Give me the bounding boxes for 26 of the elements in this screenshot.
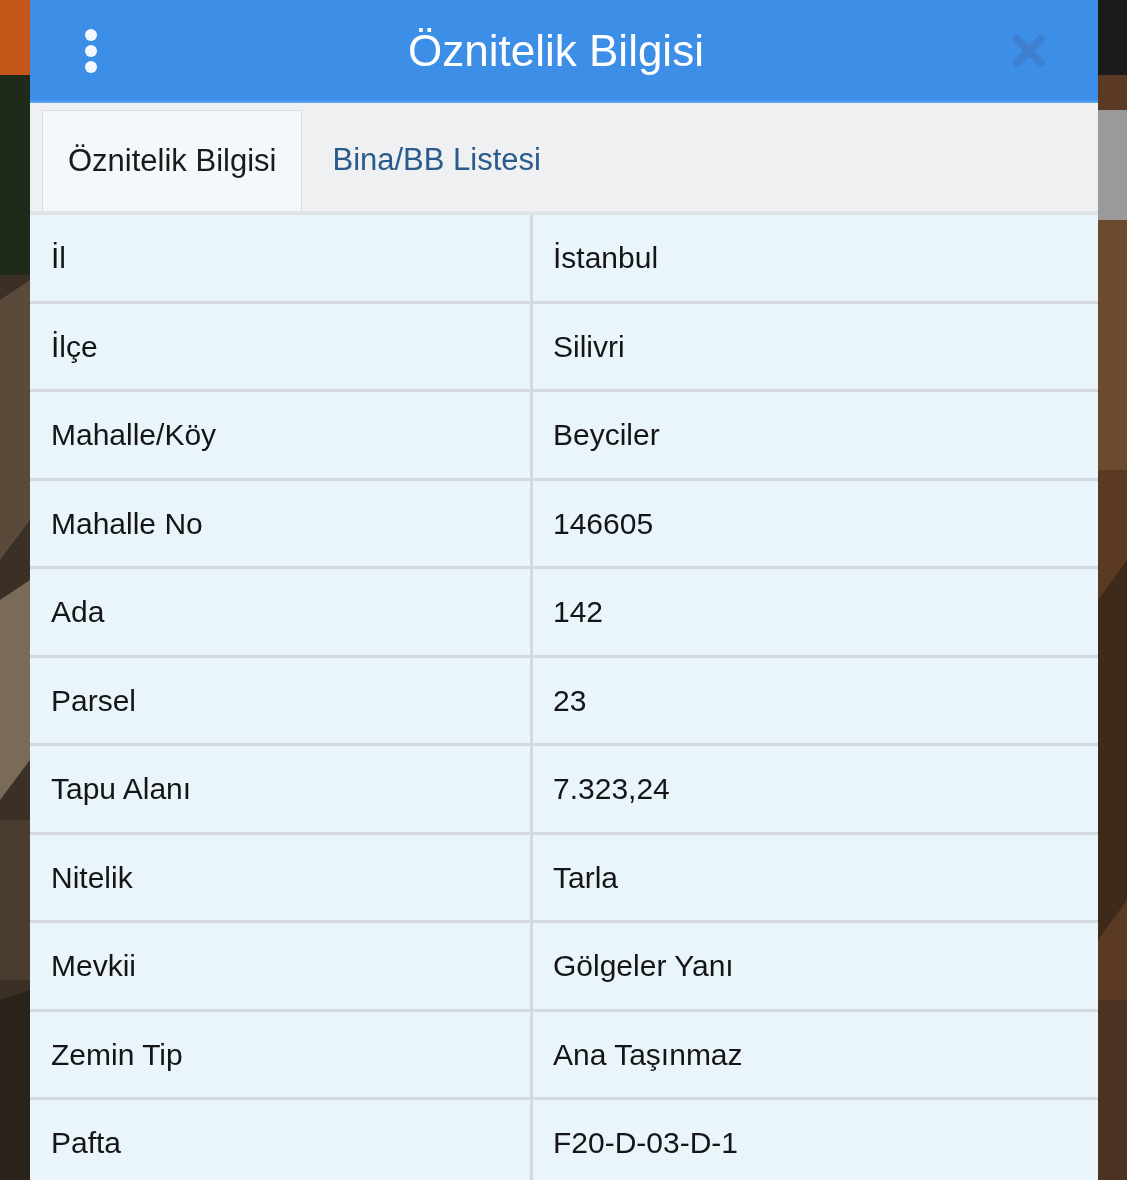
table-cell: İlçe [30, 303, 533, 389]
table-cell: Mahalle/Köy [30, 392, 533, 478]
table-cell: Mevkii [30, 923, 533, 1009]
table-cell: Mahalle No [30, 480, 533, 566]
table-cell: İl [30, 215, 533, 301]
table-cell-text: 142 [552, 594, 605, 631]
table-cell-text: İstanbul [552, 240, 660, 277]
table-cell: Zemin Tip [30, 1011, 533, 1097]
table-cell-text: Tarla [552, 859, 620, 896]
table-cell: Parsel [30, 657, 533, 743]
tab[interactable]: Öznitelik Bilgisi [42, 110, 303, 211]
table-cell-text: Gölgeler Yanı [552, 948, 735, 985]
table-cell: Nitelik [30, 834, 533, 920]
table-cell: Ada [30, 569, 533, 655]
table-cell-text: Ana Taşınmaz [552, 1036, 744, 1073]
table-cell-text: Beyciler [552, 417, 661, 454]
tab[interactable]: Bina/BB Listesi [302, 110, 571, 211]
table-cell: Pafta [30, 1100, 533, 1180]
window-title: Öznitelik Bilgisi [408, 24, 704, 77]
table-cell: Tapu Alanı [30, 746, 533, 832]
table-cell-text: 23 [552, 682, 588, 719]
table-cell-text: F20-D-03-D-1 [552, 1125, 740, 1162]
table-cell-text: 7.323,24 [552, 771, 671, 808]
table-cell-text: 146605 [552, 505, 655, 542]
menu-icon[interactable] [82, 27, 100, 74]
table-cell-text: Silivri [552, 328, 626, 365]
